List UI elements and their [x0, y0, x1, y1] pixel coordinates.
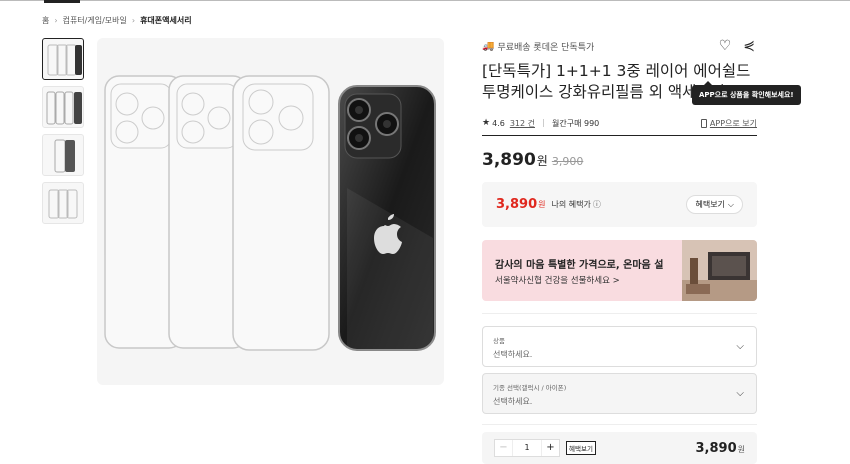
top-border-active-mark [44, 0, 80, 3]
sale-price-value: 3,890 [482, 150, 536, 170]
decrease-button[interactable]: − [495, 440, 513, 456]
breadcrumb-subcategory[interactable]: 휴대폰액세서리 [140, 15, 192, 26]
benefit-view-label: 혜택보기 [695, 200, 725, 209]
heart-icon[interactable]: ♡ [719, 38, 732, 54]
benefit-tag-button[interactable]: 혜택보기 [566, 441, 596, 455]
breadcrumb-chevron-icon: › [54, 16, 58, 25]
banner-title: 감사의 마음 특별한 가격으로, 온마음 설 [495, 260, 664, 271]
sale-price: 3,890원 [482, 150, 548, 170]
top-border [0, 0, 850, 1]
main-product-image [97, 38, 444, 385]
benefit-price: 3,890 [496, 197, 538, 212]
benefit-view-button[interactable]: 혜택보기 ⌵ [686, 195, 743, 214]
breadcrumb-home[interactable]: 홈 [42, 15, 49, 26]
promo-banner[interactable]: 감사의 마음 특별한 가격으로, 온마음 설 서울약사신협 건강을 선물하세요 … [482, 240, 757, 301]
thumbnail-3[interactable] [42, 134, 84, 176]
star-icon: ★ [482, 118, 491, 128]
quantity-stepper: − 1 + [494, 439, 560, 457]
quantity-value[interactable]: 1 [513, 440, 541, 456]
breadcrumb-category[interactable]: 컴퓨터/게임/모바일 [63, 15, 127, 26]
case-thumb-image [47, 44, 82, 76]
review-count-link[interactable]: 312 건 [510, 118, 535, 129]
thumbnail-list [42, 38, 84, 230]
banner-subtitle: 서울약사신협 건강을 선물하세요 > [495, 276, 620, 286]
chevron-down-icon: ⌵ [736, 341, 744, 352]
title-divider [482, 135, 757, 136]
case-thumb-image [48, 189, 78, 219]
delivery-badge: 🚚 무료배송 롯데온 단독특가 [482, 40, 757, 53]
phone-case-illustration [104, 75, 436, 351]
phone-icon [700, 118, 707, 128]
product-option-select[interactable]: 상품 선택하세요. ⌵ [482, 326, 757, 367]
benefit-label: 나의 혜택가 [551, 200, 591, 209]
case-thumb-image [54, 139, 75, 173]
breadcrumb-chevron-icon: › [131, 16, 136, 25]
chevron-down-icon: ⌵ [736, 388, 744, 399]
monthly-purchases: 월간구매 990 [552, 118, 600, 128]
increase-button[interactable]: + [541, 440, 559, 456]
rating-row: ★ 4.6 312 건 월간구매 990 APP으로 보기 [482, 117, 757, 129]
option-label: 상품 [493, 337, 505, 345]
product-actions: ♡ ⋞ [719, 38, 755, 54]
option-value: 선택하세요. [493, 397, 533, 406]
sale-price-unit: 원 [536, 154, 548, 168]
benefit-price-box: 3,890 원 나의 혜택가 ⓘ 혜택보기 ⌵ [482, 182, 757, 227]
divider [543, 119, 544, 127]
rating-value: 4.6 [492, 118, 505, 128]
original-price: 3,900 [551, 155, 584, 168]
thumbnail-1[interactable] [42, 38, 84, 80]
app-view-label: APP으로 보기 [709, 118, 757, 128]
thumbnail-4[interactable] [42, 182, 84, 224]
share-icon[interactable]: ⋞ [743, 38, 755, 54]
breadcrumb: 홈 › 컴퓨터/게임/모바일 › 휴대폰액세서리 [42, 15, 192, 26]
thumbnail-2[interactable] [42, 86, 84, 128]
option-label: 기종 선택(갤럭시 / 아이폰) [493, 384, 567, 392]
gift-set-image [682, 240, 757, 301]
total-price-unit: 원 [737, 444, 745, 454]
delivery-text: 무료배송 롯데온 단독특가 [497, 43, 595, 53]
total-price: 3,890원 [696, 441, 746, 456]
chevron-down-icon: ⌵ [727, 199, 734, 209]
truck-icon: 🚚 [482, 41, 495, 52]
quantity-box: − 1 + 혜택보기 3,890원 [482, 432, 757, 464]
benefit-price-unit: 원 [538, 200, 546, 209]
case-thumb-image [46, 91, 82, 125]
price-row: 3,890원 3,900 [482, 150, 757, 170]
option-value: 선택하세요. [493, 350, 533, 359]
section-divider [482, 313, 757, 314]
app-view-link[interactable]: APP으로 보기 [700, 118, 757, 129]
app-tooltip: APP으로 상품을 확인해보세요! [692, 81, 801, 105]
total-price-value: 3,890 [695, 440, 737, 456]
info-icon[interactable]: ⓘ [593, 199, 601, 210]
device-model-select[interactable]: 기종 선택(갤럭시 / 아이폰) 선택하세요. ⌵ [482, 373, 757, 414]
product-info-panel: 🚚 무료배송 롯데온 단독특가 ♡ ⋞ [단독특가] 1+1+1 3중 레이어 … [482, 38, 801, 425]
section-divider [482, 424, 757, 425]
